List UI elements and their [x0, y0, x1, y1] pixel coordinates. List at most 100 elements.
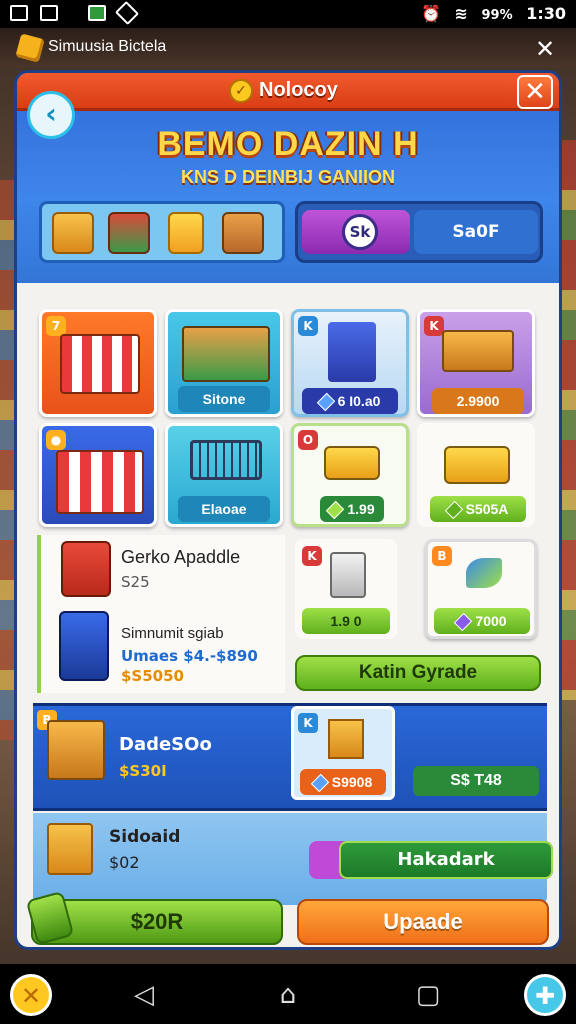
alarm-icon: ⏰ [421, 4, 441, 23]
gem-price[interactable]: 7000 [434, 608, 530, 634]
status-bar: ⏰ ≋ 99% 1:30 [0, 0, 576, 28]
progress-bar[interactable]: Hakadark [309, 841, 553, 879]
tile-market-stall[interactable]: ● [39, 423, 157, 527]
upgrade-button[interactable]: Upaade [297, 899, 549, 945]
tile-badge: O [298, 430, 318, 450]
tile-gem[interactable]: B 7000 [425, 539, 537, 639]
clock: 1:30 [526, 4, 566, 23]
gem-icon [466, 558, 502, 588]
tile-boxes[interactable]: K 2.9900 [417, 309, 535, 417]
truck-price[interactable]: 1.99 [320, 496, 384, 522]
banner-green-price[interactable]: S$ T48 [413, 766, 539, 796]
share-icon[interactable]: ✚ [524, 974, 566, 1016]
panel-title: Nolocoy [259, 79, 338, 101]
tile-badge: B [432, 546, 452, 566]
tile-warehouse[interactable]: Sitone [165, 309, 283, 417]
gift-box-icon [47, 823, 93, 875]
list-item-title: Gerko Apaddle [121, 547, 241, 567]
home-icon[interactable]: ⌂ [268, 980, 308, 1010]
banner-box-tile[interactable]: K S9908 [291, 706, 395, 800]
gem-icon [444, 501, 463, 520]
machine-icon [330, 552, 366, 598]
tile-shopping-cart[interactable]: Elaoae [165, 423, 283, 527]
machine-price[interactable]: 1.9 0 [302, 608, 390, 634]
category-crate[interactable] [222, 212, 264, 254]
tile-badge: K [298, 316, 318, 336]
arcade-icon [61, 541, 111, 597]
coin-icon: ✓ [229, 79, 253, 103]
tile-badge: K [424, 316, 444, 336]
cash-register-icon [59, 611, 109, 681]
batch-upgrade-button[interactable]: Katin Gyrade [295, 655, 541, 691]
progress-fill: Hakadark [339, 841, 553, 879]
gem-icon [454, 613, 473, 632]
server-icon [328, 322, 376, 382]
gem-icon [326, 501, 345, 520]
banner2-title: Sidoaid [109, 827, 181, 847]
upgrade-list: Gerko Apaddle S25 Simnumit sgiab Umaes $… [37, 535, 285, 693]
toggle-left-segment[interactable]: Sk [302, 210, 410, 254]
mode-toggle[interactable]: Sk Sa0F [295, 201, 543, 263]
crate-icon [328, 719, 364, 759]
banner-title: DadeSOo [119, 734, 212, 755]
navigation-bar: ✕ ◁ ⌂ ▢ ✚ [0, 964, 576, 1024]
back-icon[interactable]: ◁ [124, 980, 164, 1010]
list-item-title: Simnumit sgiab [121, 625, 224, 642]
gallery-icon [40, 5, 58, 21]
banner2-value: $02 [109, 853, 140, 872]
app-header: Simuusia Bictela ✕ [0, 28, 576, 68]
banner-box-price[interactable]: S9908 [300, 769, 386, 795]
server-price[interactable]: 6 I0.a0 [302, 388, 398, 414]
tile-badge: K [298, 713, 318, 733]
tile-machine[interactable]: K 1.9 0 [295, 539, 397, 639]
settings-close-icon[interactable]: ✕ [10, 974, 52, 1016]
app-logo-icon [15, 33, 45, 63]
toggle-knob: Sk [342, 214, 378, 250]
van-icon [444, 446, 510, 484]
boxes-price[interactable]: 2.9900 [432, 388, 524, 414]
close-button[interactable]: ✕ [517, 75, 553, 109]
shopping-cart-icon [190, 440, 262, 480]
headline: BEMO DAZIN H [157, 125, 419, 163]
market-stall-icon [56, 450, 144, 514]
truck-icon [324, 446, 380, 480]
gem-icon [316, 393, 335, 412]
shield-icon [114, 0, 140, 26]
warehouse-icon [182, 326, 270, 382]
tile-server[interactable]: K 6 I0.a0 [291, 309, 409, 417]
store-badge-label: Sitone [202, 391, 246, 407]
gem-icon [310, 774, 329, 793]
boxes-icon [442, 330, 514, 372]
list-item-subtitle: S25 [121, 573, 150, 591]
featured-banner[interactable]: B DadeSOo $S30I K S9908 S$ T48 [33, 703, 547, 811]
tile-badge: K [302, 546, 322, 566]
store-front-icon [60, 334, 140, 394]
tile-van[interactable]: S505A [417, 423, 535, 527]
subheadline: KNS D DEINBIJ GANIION [180, 167, 396, 187]
category-box[interactable] [52, 212, 94, 254]
wifi-icon: ≋ [454, 4, 468, 23]
title-bar: ✓ Nolocoy ✕ [17, 73, 559, 111]
status-right: ⏰ ≋ 99% 1:30 [413, 4, 566, 23]
category-goods[interactable] [108, 212, 150, 254]
banner-price: $S30I [119, 762, 167, 780]
image-icon [10, 5, 28, 21]
tile-store-front[interactable]: 7 [39, 309, 157, 417]
tile-badge: 7 [46, 316, 66, 336]
list-item-gold-price: $S5050 [121, 667, 184, 685]
app-notification-icon [88, 5, 106, 21]
progress-banner: Sidoaid $02 Hakadark [33, 813, 553, 905]
van-price[interactable]: S505A [430, 496, 526, 522]
tile-truck[interactable]: O 1.99 [291, 423, 409, 527]
tools-icon[interactable]: ✕ [530, 34, 560, 64]
shop-panel: ✓ Nolocoy ✕ ‹ BEMO DAZIN H KNS D DEINBIJ… [14, 70, 562, 950]
list-item-price-range: Umaes $4.-$890 [121, 647, 258, 665]
category-book[interactable] [168, 212, 204, 254]
app-title: Simuusia Bictela [48, 38, 167, 55]
tile-badge: ● [46, 430, 66, 450]
category-strip [39, 201, 285, 263]
toggle-right-segment[interactable]: Sa0F [414, 210, 538, 254]
recents-icon[interactable]: ▢ [408, 980, 448, 1010]
battery-level: 99% [481, 8, 513, 23]
store-badge: Sitone [178, 386, 270, 412]
